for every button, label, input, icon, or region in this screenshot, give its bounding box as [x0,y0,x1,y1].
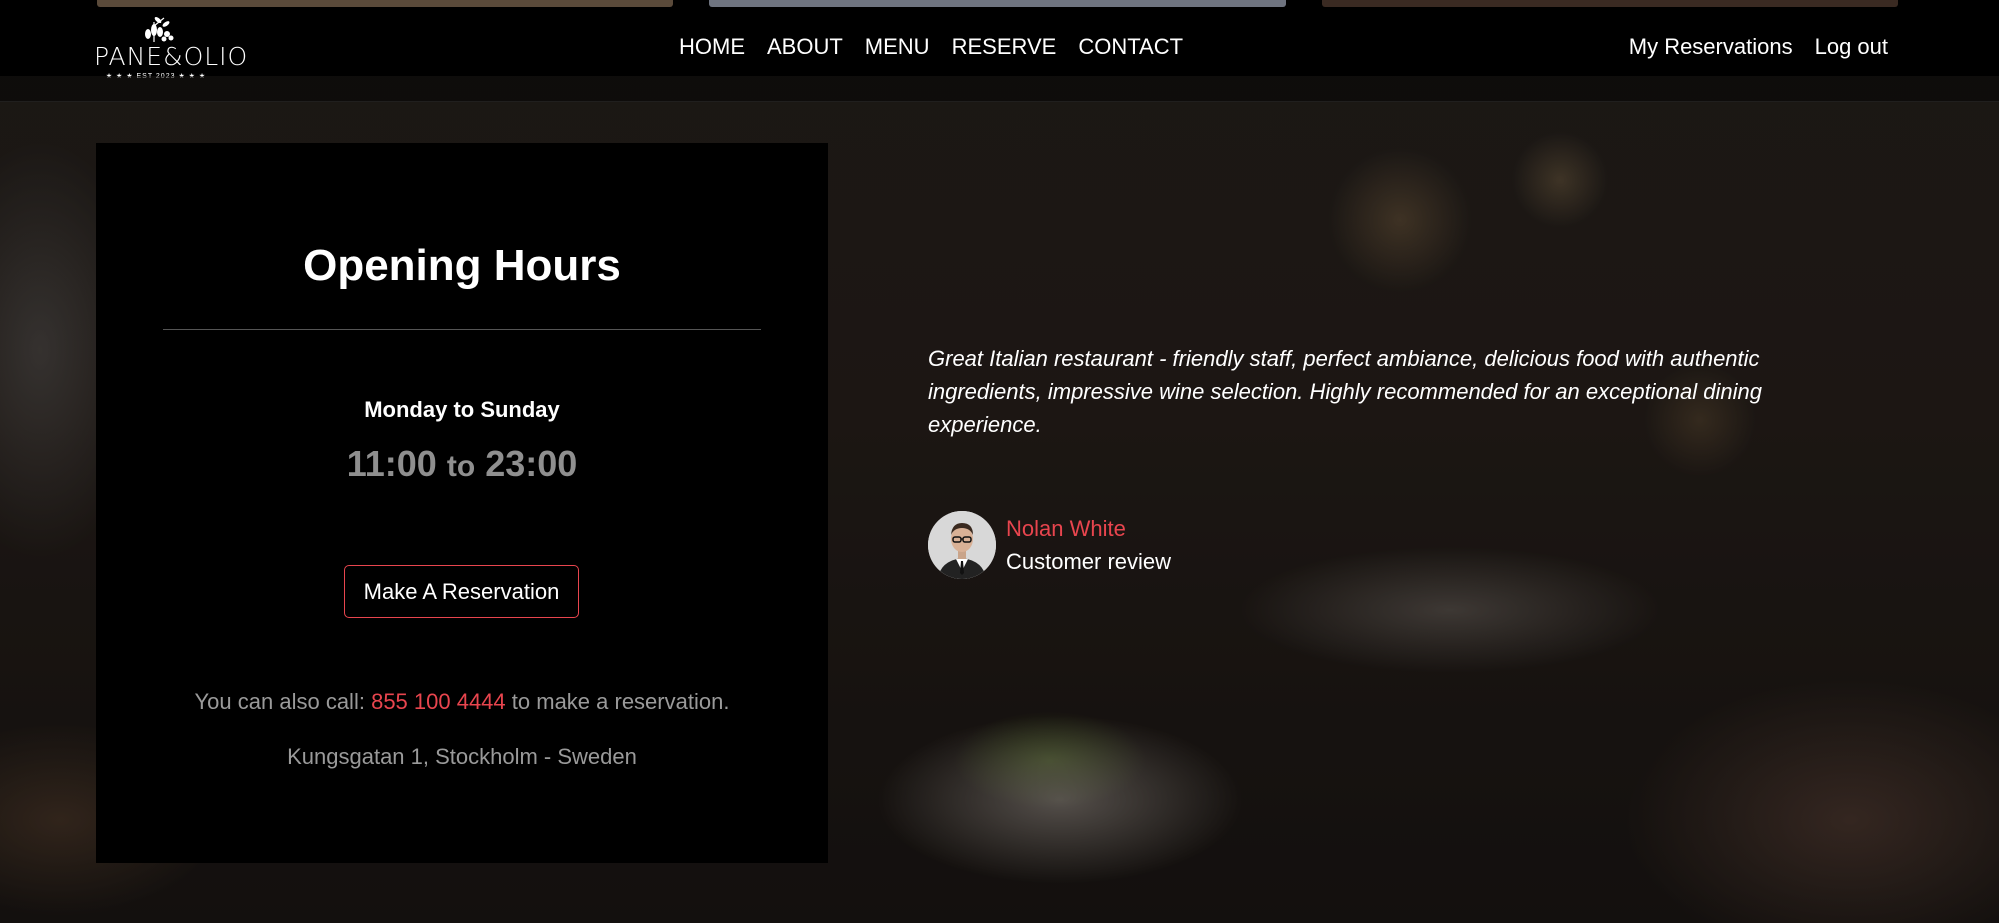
strip-image-2 [709,0,1286,7]
reviewer-info: Nolan White Customer review [1006,512,1171,578]
main-nav: HOME ABOUT MENU RESERVE CONTACT [679,34,1183,60]
person-avatar-icon [928,511,996,579]
reviewer: Nolan White Customer review [928,511,1171,579]
nav-my-reservations[interactable]: My Reservations [1629,34,1793,60]
call-prefix: You can also call: [194,689,365,714]
close-time: 23:00 [485,443,578,484]
call-suffix: to make a reservation. [511,689,730,714]
opening-hours-title: Opening Hours [303,241,621,290]
nav-menu[interactable]: MENU [865,34,930,60]
nav-reserve[interactable]: RESERVE [952,34,1057,60]
brand-name: PANE&OLIO [94,42,249,71]
top-image-strip [0,0,1999,8]
nav-logout[interactable]: Log out [1815,34,1888,60]
opening-time: 11:00 to 23:00 [96,443,828,485]
navbar: PANE&OLIO ★ ★ ★ EST 2023 ★ ★ ★ HOME ABOU… [0,8,1999,80]
strip-image-1 [97,0,673,7]
nav-about[interactable]: ABOUT [767,34,843,60]
olive-branch-icon [145,17,174,42]
account-nav: My Reservations Log out [1629,34,1888,60]
call-info: You can also call: 855 100 4444 to make … [96,689,828,715]
open-time: 11:00 [346,443,437,484]
nav-contact[interactable]: CONTACT [1078,34,1183,60]
reviewer-name: Nolan White [1006,516,1126,541]
navbar-shadow [0,76,1999,102]
make-reservation-button[interactable]: Make A Reservation [344,565,579,618]
review-quote: Great Italian restaurant - friendly staf… [928,346,1762,437]
opening-days: Monday to Sunday [364,397,560,422]
phone-link[interactable]: 855 100 4444 [371,689,506,714]
divider [163,329,761,330]
time-separator: to [446,450,476,483]
address: Kungsgatan 1, Stockholm - Sweden [287,744,637,769]
strip-image-3 [1322,0,1898,7]
opening-hours-card: Opening Hours Monday to Sunday 11:00 to … [96,143,828,863]
reviewer-role: Customer review [1006,549,1172,574]
nav-home[interactable]: HOME [679,34,745,60]
